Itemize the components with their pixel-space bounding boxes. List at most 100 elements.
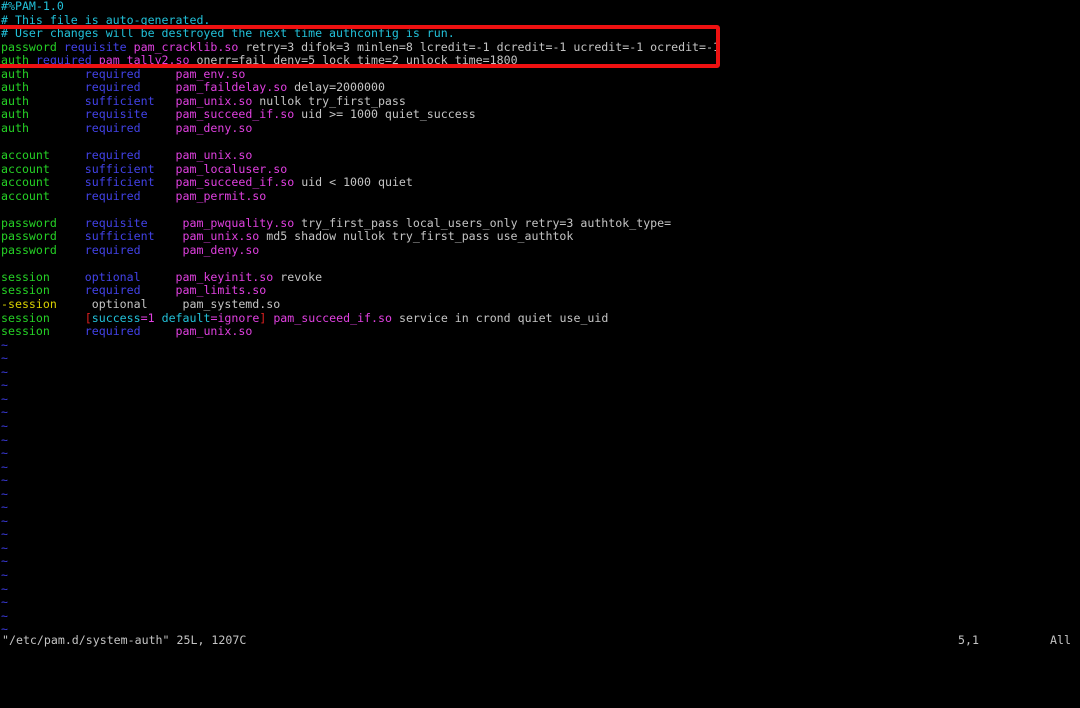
code-line[interactable]: auth sufficient pam_unix.so nullok try_f…: [0, 93, 1080, 109]
code-token: password: [1, 242, 57, 257]
code-token: session: [1, 310, 50, 325]
code-token: retry=3 difok=3 minlen=8 lcredit=-1 dcre…: [238, 39, 720, 54]
code-token: pam_env.so: [175, 66, 246, 81]
code-token: auth: [1, 120, 29, 135]
empty-line-tilde: ~: [1, 554, 8, 569]
code-token: pam_pwquality.so: [182, 215, 295, 230]
code-token: password: [1, 215, 57, 230]
code-line[interactable]: account required pam_permit.so: [0, 188, 1080, 204]
code-line[interactable]: account required pam_unix.so: [0, 148, 1080, 163]
code-line[interactable]: password required pam_deny.so: [0, 242, 1080, 258]
status-scroll-indicator: All: [1050, 633, 1071, 647]
code-token: [: [84, 310, 92, 325]
code-line[interactable]: password requisite pam_cracklib.so retry…: [0, 39, 1080, 55]
empty-line-tilde: ~: [1, 446, 8, 461]
empty-line-tilde: ~: [1, 391, 8, 406]
code-token: uid >= 1000 quiet_success: [294, 107, 476, 122]
code-line[interactable]: session [success=1 default=ignore] pam_s…: [0, 310, 1080, 326]
code-line[interactable]: auth required pam_deny.so: [0, 120, 1080, 136]
code-token: required: [84, 242, 141, 257]
code-line[interactable]: session optional pam_keyinit.so revoke: [0, 269, 1080, 285]
code-token: optional: [84, 269, 141, 284]
code-line[interactable]: session required pam_limits.so: [0, 284, 1080, 298]
code-line[interactable]: [0, 257, 1080, 271]
code-token: auth: [1, 53, 29, 68]
code-token: sufficient: [84, 93, 155, 108]
code-line[interactable]: auth required pam_env.so: [0, 66, 1080, 82]
code-line[interactable]: auth required pam_faildelay.so delay=200…: [0, 81, 1080, 95]
code-token: pam_deny.so: [175, 120, 253, 135]
code-token: optional pam_systemd.so: [56, 297, 281, 312]
code-token: pam_faildelay.so: [175, 80, 288, 95]
vim-text-buffer[interactable]: #%PAM-1.0 # This file is auto-generated. #…: [0, 0, 1080, 637]
code-token: # This file is auto-generated.: [1, 12, 211, 27]
code-token: pam_cracklib.so: [133, 39, 239, 54]
code-token: auth: [1, 80, 29, 95]
code-token: sufficient: [84, 175, 155, 190]
code-token: try_first_pass local_users_only retry=3 …: [294, 215, 672, 230]
code-token: required: [84, 283, 141, 298]
code-token: md5 shadow nullok try_first_pass use_aut…: [259, 229, 574, 244]
empty-line-tilde: ~: [1, 608, 8, 623]
status-cursor-position: 5,1: [958, 633, 979, 647]
empty-line-tilde: ~: [1, 378, 8, 393]
status-filename: "/etc/pam.d/system-auth" 25L, 1207C: [2, 633, 247, 647]
code-line[interactable]: session required pam_unix.so: [0, 324, 1080, 339]
code-token: auth: [1, 66, 29, 81]
code-token: required: [84, 66, 141, 81]
code-token: password: [1, 229, 57, 244]
code-token: required: [35, 53, 92, 68]
code-line[interactable]: account sufficient pam_localuser.so: [0, 162, 1080, 177]
code-line[interactable]: -session optional pam_systemd.so: [0, 297, 1080, 312]
code-line[interactable]: password requisite pam_pwquality.so try_…: [0, 215, 1080, 231]
code-line[interactable]: #%PAM-1.0: [0, 0, 1080, 14]
code-token: requisite: [84, 215, 148, 230]
empty-line-tilde: ~: [1, 337, 8, 352]
code-line[interactable]: password sufficient pam_unix.so md5 shad…: [0, 230, 1080, 244]
code-token: required: [84, 80, 141, 95]
empty-line-tilde: ~: [1, 418, 8, 433]
code-token: pam_limits.so: [175, 283, 267, 298]
empty-line-tilde: ~: [1, 459, 8, 474]
code-token: pam_unix.so: [182, 229, 260, 244]
code-line[interactable]: account sufficient pam_succeed_if.so uid…: [0, 175, 1080, 190]
code-token: delay=2000000: [287, 80, 385, 95]
code-token: required: [84, 188, 141, 203]
code-line[interactable]: [0, 135, 1080, 149]
code-token: sufficient: [84, 229, 155, 244]
terminal-window[interactable]: #%PAM-1.0 # This file is auto-generated. #…: [0, 0, 1080, 648]
code-line[interactable]: [0, 203, 1080, 217]
code-line[interactable]: # This file is auto-generated.: [0, 12, 1080, 28]
empty-line-tilde: ~: [1, 473, 8, 488]
empty-line-tilde: ~: [1, 500, 8, 515]
empty-line-tilde: ~: [1, 364, 8, 379]
code-token: account: [1, 148, 50, 163]
code-line[interactable]: # User changes will be destroyed the nex…: [0, 26, 1080, 41]
code-token: password: [1, 39, 57, 54]
code-line[interactable]: auth requisite pam_succeed_if.so uid >= …: [0, 108, 1080, 122]
code-line[interactable]: auth required pam_tally2.so onerr=fail d…: [0, 53, 1080, 68]
code-token: pam_permit.so: [175, 188, 267, 203]
code-token: session: [1, 269, 50, 284]
empty-line-tilde: ~: [1, 432, 8, 447]
code-token: pam_unix.so: [175, 93, 253, 108]
code-token: uid < 1000 quiet: [294, 175, 413, 190]
